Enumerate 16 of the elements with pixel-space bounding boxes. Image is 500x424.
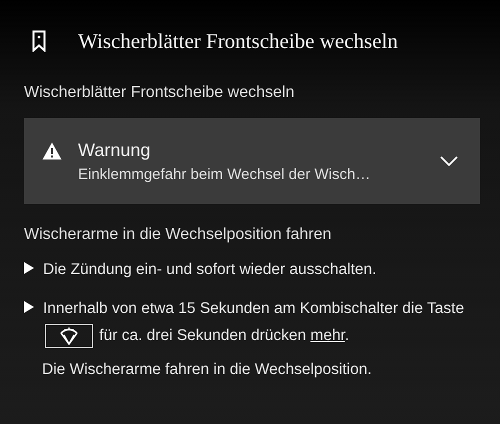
bullet-icon	[24, 262, 34, 274]
step-heading: Wischerarme in die Wechselposition fahren	[24, 226, 332, 244]
chevron-icon[interactable]	[440, 156, 458, 166]
result-text: Die Wischerarme fahren in die Wechselposition.	[42, 361, 373, 379]
warning-icon	[42, 142, 62, 160]
bullet-icon	[24, 301, 34, 313]
more-link[interactable]: mehr	[310, 327, 345, 344]
warning-panel[interactable]: Warnung Einklemmgefahr beim Wechsel der Wisch…	[24, 118, 480, 204]
warning-title: Warnung	[78, 140, 152, 160]
section-title: Wischerblätter Frontscheibe wechseln	[24, 84, 296, 103]
step-text: Die Zündung ein- und sofort wieder ausschalten.	[43, 260, 378, 280]
wiper-key-icon	[45, 324, 93, 348]
bookmark-icon[interactable]	[32, 30, 46, 52]
warning-text: Einklemmgefahr beim Wechsel der Wisch…	[78, 166, 372, 182]
page-title: Wischerblätter Frontscheibe wechseln	[78, 28, 398, 54]
step-text: Innerhalb von etwa 15 Sekunden am Kombischalter die Taste für ca. drei Sekunden drücken mehr.	[43, 295, 483, 349]
